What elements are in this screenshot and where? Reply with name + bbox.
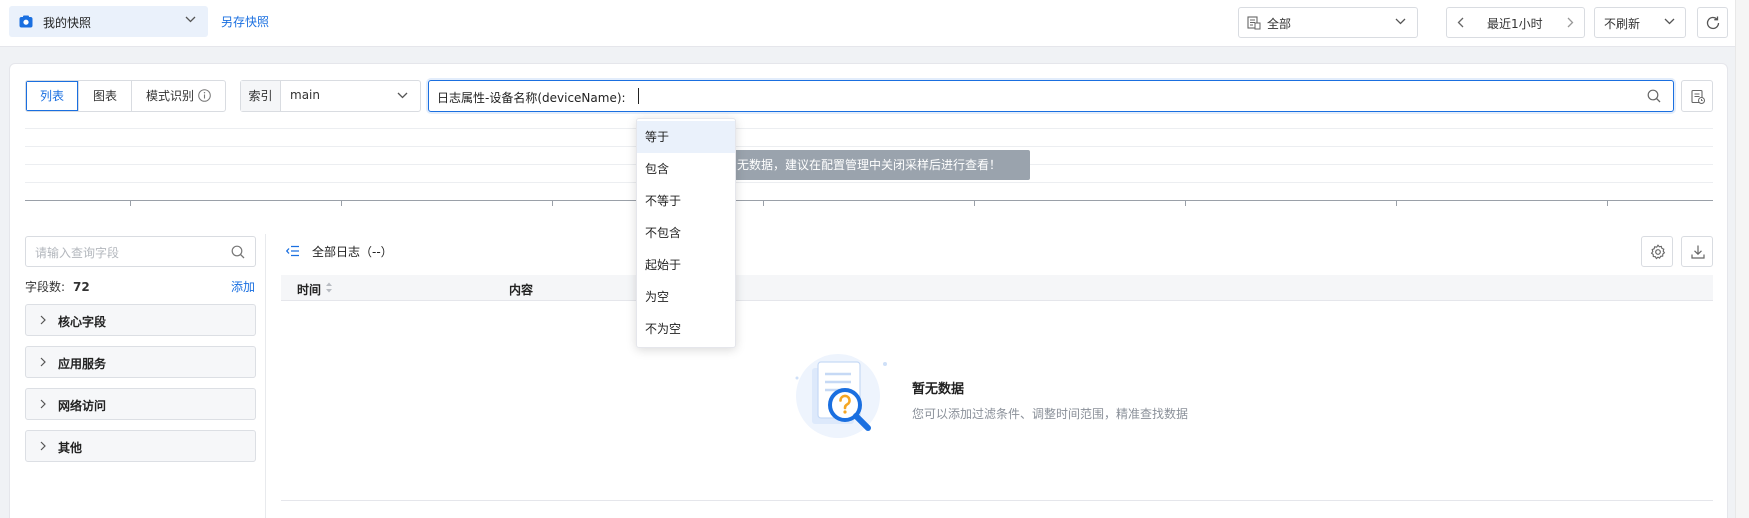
field-count-value: 72 [73, 280, 90, 294]
chevron-down-icon [185, 16, 196, 23]
axis-tick [130, 200, 131, 206]
histogram-gridline [25, 182, 1713, 183]
refresh-icon [1706, 16, 1720, 30]
tab-list[interactable]: 列表 [26, 81, 80, 111]
table-settings-button[interactable] [1641, 236, 1673, 267]
field-search-placeholder: 请输入查询字段 [35, 246, 120, 260]
add-field-link[interactable]: 添加 [231, 278, 255, 295]
empty-data-illustration [790, 350, 890, 445]
field-search-input[interactable]: 请输入查询字段 [25, 236, 256, 267]
list-filter-icon [1247, 16, 1261, 30]
field-count-label: 字段数: [25, 280, 66, 294]
axis-tick [1607, 200, 1608, 206]
collapse-panel-icon[interactable] [286, 245, 300, 257]
field-group-label: 应用服务 [58, 357, 107, 371]
empty-title: 暂无数据 [912, 382, 965, 397]
query-history-button[interactable] [1681, 80, 1713, 112]
refresh-button[interactable] [1697, 7, 1728, 38]
field-group-network[interactable]: 网络访问 [25, 388, 256, 420]
field-group-label: 核心字段 [58, 315, 107, 329]
axis-tick [1185, 200, 1186, 206]
operator-option-not-contains[interactable]: 不包含 [637, 217, 735, 249]
column-header-content[interactable]: 内容 [509, 281, 533, 298]
query-text: 日志属性-设备名称(deviceName): [437, 91, 626, 105]
index-value: main [290, 88, 320, 102]
axis-tick [763, 200, 764, 206]
tab-list-label: 列表 [40, 89, 65, 103]
download-icon [1691, 245, 1705, 259]
field-group-label: 网络访问 [58, 399, 107, 413]
axis-tick [974, 200, 975, 206]
chevron-down-icon [1395, 18, 1406, 25]
auto-refresh-value: 不刷新 [1604, 17, 1641, 31]
chevron-right-icon [40, 399, 46, 409]
histogram-x-axis [25, 200, 1713, 201]
view-tabs: 列表 图表 模式识别 [25, 80, 227, 112]
field-group-other[interactable]: 其他 [25, 430, 256, 462]
chevron-right-icon [40, 315, 46, 325]
log-table-header: 时间 内容 [281, 275, 1713, 301]
tab-pattern[interactable]: 模式识别 [132, 81, 225, 111]
histogram-notice: 无数据，建议在配置管理中关闭采样后进行查看！ [700, 150, 1030, 180]
tab-chart[interactable]: 图表 [79, 81, 133, 111]
field-group-core[interactable]: 核心字段 [25, 304, 256, 336]
operator-option-not-empty[interactable]: 不为空 [637, 313, 735, 345]
search-icon[interactable] [231, 245, 245, 259]
time-range-value: 最近1小时 [1487, 17, 1543, 31]
operator-option-not-equals[interactable]: 不等于 [637, 185, 735, 217]
log-panel-title: 全部日志（--） [312, 245, 393, 259]
scope-select[interactable]: 全部 [1238, 7, 1418, 38]
table-bottom-border [281, 500, 1713, 501]
chevron-right-icon [40, 441, 46, 451]
empty-description: 您可以添加过滤条件、调整时间范围，精准查找数据 [912, 407, 1189, 421]
download-button[interactable] [1681, 236, 1713, 267]
query-input[interactable]: 日志属性-设备名称(deviceName): [428, 80, 1674, 112]
chevron-down-icon [1664, 18, 1675, 25]
field-group-label: 其他 [58, 441, 83, 455]
scope-select-value: 全部 [1267, 17, 1292, 31]
save-snapshot-link[interactable]: 另存快照 [221, 13, 269, 30]
index-label: 索引 [241, 81, 281, 111]
chevron-right-icon[interactable] [1567, 17, 1574, 28]
history-icon [1691, 89, 1705, 104]
operator-option-equals[interactable]: 等于 [637, 121, 735, 153]
axis-tick [552, 200, 553, 206]
operator-option-starts-with[interactable]: 起始于 [637, 249, 735, 281]
tab-chart-label: 图表 [93, 89, 118, 103]
chevron-right-icon [40, 357, 46, 367]
time-range-picker[interactable]: 最近1小时 [1446, 7, 1585, 38]
histogram-gridline [25, 128, 1713, 129]
snapshot-select[interactable]: 我的快照 [9, 6, 208, 37]
info-icon[interactable] [198, 89, 211, 102]
operator-dropdown: 等于 包含 不等于 不包含 起始于 为空 不为空 [636, 118, 736, 348]
snapshot-select-value: 我的快照 [43, 16, 92, 30]
index-select[interactable]: 索引 main [240, 80, 421, 112]
gear-icon [1650, 244, 1666, 260]
text-caret [638, 88, 639, 104]
sort-icon[interactable] [325, 281, 333, 294]
axis-tick [341, 200, 342, 206]
column-header-time[interactable]: 时间 [297, 281, 321, 298]
histogram-gridline [25, 146, 1713, 147]
camera-icon [19, 15, 33, 28]
field-group-app-service[interactable]: 应用服务 [25, 346, 256, 378]
tab-pattern-label: 模式识别 [146, 89, 195, 103]
operator-option-is-empty[interactable]: 为空 [637, 281, 735, 313]
auto-refresh-select[interactable]: 不刷新 [1594, 7, 1686, 38]
operator-option-contains[interactable]: 包含 [637, 153, 735, 185]
chevron-left-icon[interactable] [1457, 17, 1464, 28]
chevron-down-icon [397, 92, 408, 99]
axis-tick [1396, 200, 1397, 206]
page-scrollbar[interactable] [1735, 0, 1749, 518]
field-count: 字段数: 72 [25, 278, 90, 295]
search-icon[interactable] [1647, 89, 1661, 103]
panel-divider[interactable] [265, 234, 266, 518]
